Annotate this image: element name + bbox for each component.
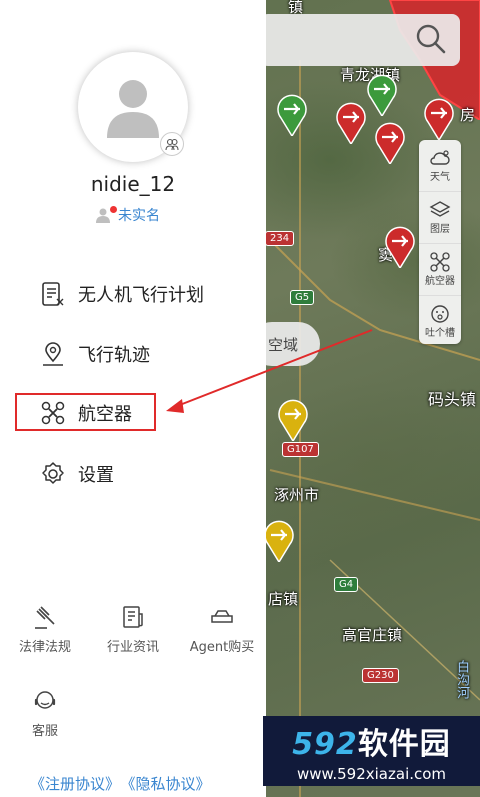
map-tool-panel: 天气 图层 航空器 吐个槽 xyxy=(419,140,461,344)
map-label: 码头镇 xyxy=(428,390,477,409)
bottom-label: 行业资讯 xyxy=(106,640,159,655)
tool-layers[interactable]: 图层 xyxy=(419,192,461,244)
username: nidie_12 xyxy=(90,172,176,196)
bottom-agent-purchase[interactable]: Agent购买 xyxy=(182,604,262,655)
watermark-url: www.592xiazai.com xyxy=(296,765,447,783)
bottom-laws[interactable]: 法律法规 xyxy=(5,604,85,655)
menu-label: 无人机飞行计划 xyxy=(78,285,204,306)
search-icon[interactable] xyxy=(416,24,446,54)
bottom-label: 法律法规 xyxy=(18,640,71,655)
map-label: 高官庄镇 xyxy=(342,626,403,644)
tool-label: 天气 xyxy=(430,172,450,183)
road-badge: G5 xyxy=(290,290,315,305)
airspace-label: 空域 xyxy=(267,335,298,354)
map-marker-yellow[interactable] xyxy=(276,397,310,441)
avatar[interactable] xyxy=(78,52,188,162)
tool-label: 图层 xyxy=(430,224,450,235)
drone-icon xyxy=(430,252,450,272)
realname-label: 未实名 xyxy=(118,208,160,224)
tool-aircraft[interactable]: 航空器 xyxy=(419,244,461,296)
map-marker-red[interactable] xyxy=(373,120,407,164)
watermark-brand-num: 592 xyxy=(292,727,358,762)
map-label: 店镇 xyxy=(268,590,299,608)
tool-feedback[interactable]: 吐个槽 xyxy=(419,296,461,347)
map-label: 房 xyxy=(460,106,476,124)
bottom-customer-service[interactable]: 客服 xyxy=(5,688,85,739)
map-marker-green[interactable] xyxy=(275,92,309,136)
watermark-brand-cn: 软件园 xyxy=(357,727,451,762)
customer-service-icon xyxy=(34,691,56,709)
gavel-icon xyxy=(35,606,55,629)
road-badge: 234 xyxy=(265,231,295,246)
map-marker-green[interactable] xyxy=(365,72,399,116)
menu-settings[interactable]: 设置 xyxy=(40,461,114,487)
highlight-annotation-box xyxy=(15,393,156,431)
bottom-label: Agent购买 xyxy=(189,640,255,655)
map-marker-red[interactable] xyxy=(334,100,368,144)
tool-weather[interactable]: 天气 xyxy=(419,140,461,192)
menu-label: 飞行轨迹 xyxy=(78,345,150,366)
agreement-links: 《注册协议》 《隐私协议》 xyxy=(30,773,219,794)
weather-icon xyxy=(430,150,450,165)
gear-icon xyxy=(42,462,64,484)
menu-flight-track[interactable]: 飞行轨迹 xyxy=(40,341,150,367)
map-label: 涿州市 xyxy=(274,486,320,504)
road-badge: G107 xyxy=(282,442,319,457)
purchase-icon xyxy=(211,610,233,623)
map-search-bar[interactable] xyxy=(260,14,460,66)
realname-status[interactable]: 未实名 xyxy=(96,205,160,225)
watermark-logo: 592软件园 www.592xiazai.com xyxy=(263,716,480,786)
bottom-news[interactable]: 行业资讯 xyxy=(93,604,173,655)
flight-plan-icon xyxy=(42,282,64,306)
map-marker-yellow[interactable] xyxy=(262,518,296,562)
privacy-agreement-link[interactable]: 《隐私协议》 xyxy=(128,775,211,793)
track-pin-icon xyxy=(43,342,63,366)
road-badge: G230 xyxy=(362,668,399,683)
feedback-icon xyxy=(431,305,449,323)
register-agreement-link[interactable]: 《注册协议》 xyxy=(30,775,120,793)
user-avatar-icon xyxy=(107,80,159,138)
news-icon xyxy=(123,606,143,628)
tool-label: 吐个槽 xyxy=(425,328,455,339)
switch-account-icon[interactable] xyxy=(160,132,184,156)
menu-label: 设置 xyxy=(78,465,114,486)
map-marker-red[interactable] xyxy=(383,224,417,268)
layers-icon xyxy=(429,201,451,217)
map-label: 白沟河 xyxy=(454,660,469,699)
bottom-label: 客服 xyxy=(31,724,58,739)
menu-flight-plan[interactable]: 无人机飞行计划 xyxy=(40,281,204,307)
status-dot xyxy=(110,206,117,213)
road-badge: G4 xyxy=(334,577,359,592)
side-drawer: nidie_12 未实名 无人机飞行计划 飞行轨迹 航空器 设置 法律法规 行业… xyxy=(0,0,266,797)
map-marker-red[interactable] xyxy=(422,96,456,140)
tool-label: 航空器 xyxy=(425,276,455,287)
